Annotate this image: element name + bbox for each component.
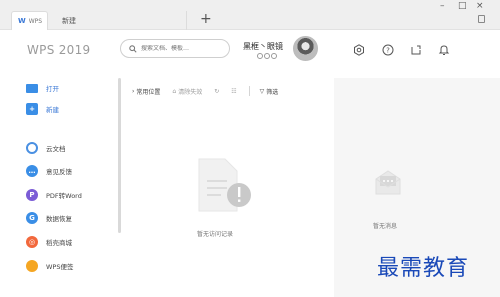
new-tab-button[interactable]: + xyxy=(200,12,212,26)
close-button[interactable]: × xyxy=(476,1,484,11)
sidebar-item-label: 打开 xyxy=(46,85,59,93)
skin-icon[interactable] xyxy=(409,43,422,56)
tab-new[interactable]: 新建 xyxy=(52,11,187,30)
sidebar-item-label: 新建 xyxy=(46,106,59,114)
sidebar-item-cloud[interactable]: 云文档 xyxy=(26,140,66,156)
user-name[interactable]: 黑框丶眼镜 xyxy=(243,41,283,52)
search-icon xyxy=(129,44,137,53)
filter-button[interactable]: ▽ 筛选 xyxy=(260,87,279,96)
sidebar-scrollbar[interactable] xyxy=(118,78,121,233)
help-icon[interactable]: ? xyxy=(381,43,394,56)
user-badges xyxy=(257,53,277,59)
sidebar-item-pdf[interactable]: P PDF转Word xyxy=(26,187,82,203)
no-recent-text: 暂无访问记录 xyxy=(197,231,234,238)
common-location-button[interactable]: › 常用位置 xyxy=(132,87,160,96)
sidebar-item-recover[interactable]: G 数据恢复 xyxy=(26,210,72,226)
watermark-text: 最需教育 xyxy=(377,256,470,281)
tab-wps[interactable]: W WPS xyxy=(11,11,48,30)
filter-icon: ▽ xyxy=(259,87,265,95)
settings-icon[interactable] xyxy=(352,43,365,56)
sidebar-item-label: WPS便签 xyxy=(46,263,74,271)
sidebar-item-label: 云文档 xyxy=(46,145,66,153)
sidebar-item-label: PDF转Word xyxy=(46,192,82,200)
empty-document-icon xyxy=(198,158,251,212)
no-message-text: 暂无消息 xyxy=(373,223,398,230)
pdf-icon: P xyxy=(26,189,38,201)
sidebar-item-notes[interactable]: WPS便签 xyxy=(26,258,73,274)
sidebar-toggle-icon[interactable] xyxy=(478,15,485,23)
search-input[interactable] xyxy=(141,45,221,52)
badge-icon xyxy=(271,53,277,59)
svg-text:?: ? xyxy=(386,46,390,54)
sidebar-item-open[interactable]: 打开 xyxy=(26,80,59,96)
sidebar-item-label: 数据恢复 xyxy=(46,215,72,223)
clear-invalid-button[interactable]: ⌂ 清除失效 xyxy=(172,87,202,96)
minimize-button[interactable]: – xyxy=(440,1,445,11)
sidebar-item-label: 意见反馈 xyxy=(46,168,72,176)
search-box[interactable] xyxy=(120,39,230,58)
badge-icon xyxy=(264,53,270,59)
toolbar-divider xyxy=(248,86,250,96)
note-icon xyxy=(26,260,38,272)
file-toolbar: › 常用位置 ⌂ 清除失效 ↻ ☷ ▽ 筛选 xyxy=(132,85,290,97)
sidebar-item-feedback[interactable]: … 意见反馈 xyxy=(26,163,72,179)
clear-invalid-label: 清除失效 xyxy=(178,88,203,96)
wps-logo-icon: W xyxy=(18,17,26,25)
badge-icon xyxy=(257,53,263,59)
recover-icon: G xyxy=(26,212,38,224)
bell-icon[interactable] xyxy=(437,43,450,56)
tab-bar: W WPS 新建 + – □ × xyxy=(0,0,500,30)
view-toggle-button[interactable]: ☷ xyxy=(231,88,236,95)
tab-new-label: 新建 xyxy=(62,16,76,25)
sidebar-item-new[interactable]: + 新建 xyxy=(26,101,59,117)
sidebar-item-label: 稻壳商城 xyxy=(46,239,72,247)
list-view-icon: ☷ xyxy=(231,87,237,95)
plus-icon: + xyxy=(26,103,38,115)
mail-icon xyxy=(375,170,401,195)
refresh-icon: ↻ xyxy=(214,87,220,95)
common-location-label: 常用位置 xyxy=(136,88,161,96)
store-icon: ◎ xyxy=(26,236,38,248)
chevron-right-icon: › xyxy=(132,87,135,95)
cloud-icon xyxy=(26,142,38,154)
maximize-button[interactable]: □ xyxy=(458,1,467,11)
avatar[interactable] xyxy=(293,36,318,61)
sidebar-item-store[interactable]: ◎ 稻壳商城 xyxy=(26,234,72,250)
brand-title: WPS 2019 xyxy=(27,43,91,57)
trash-icon: ⌂ xyxy=(172,87,177,95)
refresh-button[interactable]: ↻ xyxy=(214,88,219,95)
filter-label: 筛选 xyxy=(266,88,279,96)
folder-icon xyxy=(26,83,38,93)
tab-wps-label: WPS xyxy=(28,17,43,25)
chat-icon: … xyxy=(26,165,38,177)
